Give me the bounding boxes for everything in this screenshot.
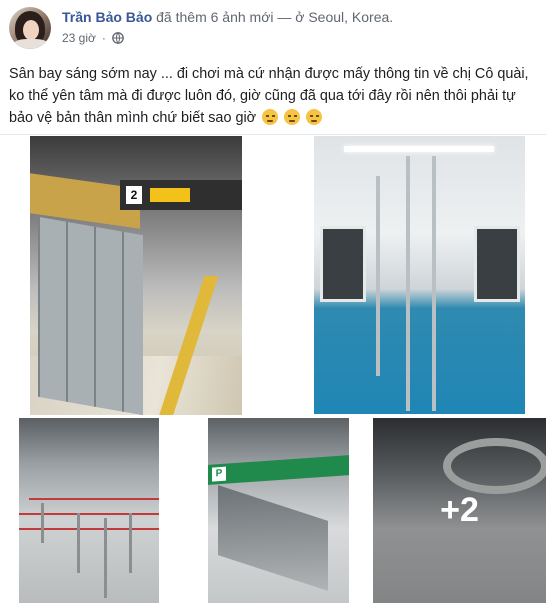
parking-sign: P	[212, 466, 226, 482]
photo-3-queue-barriers[interactable]	[19, 418, 159, 603]
pensive-face-icon	[306, 109, 323, 125]
post-header: Trần Bảo Bảo đã thêm 6 ảnh mới — ở Seoul…	[62, 9, 393, 25]
photo-2-train-interior[interactable]	[314, 136, 525, 414]
photo-1-subway-platform[interactable]: 2	[30, 136, 242, 415]
post-action: đã thêm 6 ảnh mới — ở Seoul, Korea.	[156, 9, 394, 25]
more-photos-count[interactable]: +2	[373, 418, 546, 603]
post-meta: 23 giờ ·	[62, 31, 124, 45]
line-number-sign: 2	[126, 186, 142, 204]
photo-4-escalator[interactable]: P	[208, 418, 349, 603]
post-timestamp[interactable]: 23 giờ	[62, 31, 96, 45]
pensive-face-icon	[262, 109, 279, 125]
dot-separator: ·	[101, 31, 106, 45]
post-body: Sân bay sáng sớm nay ... đi chơi mà cứ n…	[9, 63, 534, 129]
feed-post: Trần Bảo Bảo đã thêm 6 ảnh mới — ở Seoul…	[0, 0, 546, 603]
globe-icon[interactable]	[112, 32, 124, 44]
author-avatar[interactable]	[9, 7, 51, 49]
author-name[interactable]: Trần Bảo Bảo	[62, 9, 152, 25]
divider	[0, 134, 546, 135]
pensive-face-icon	[284, 109, 301, 125]
photo-5-terminal-more[interactable]: +2	[373, 418, 546, 603]
